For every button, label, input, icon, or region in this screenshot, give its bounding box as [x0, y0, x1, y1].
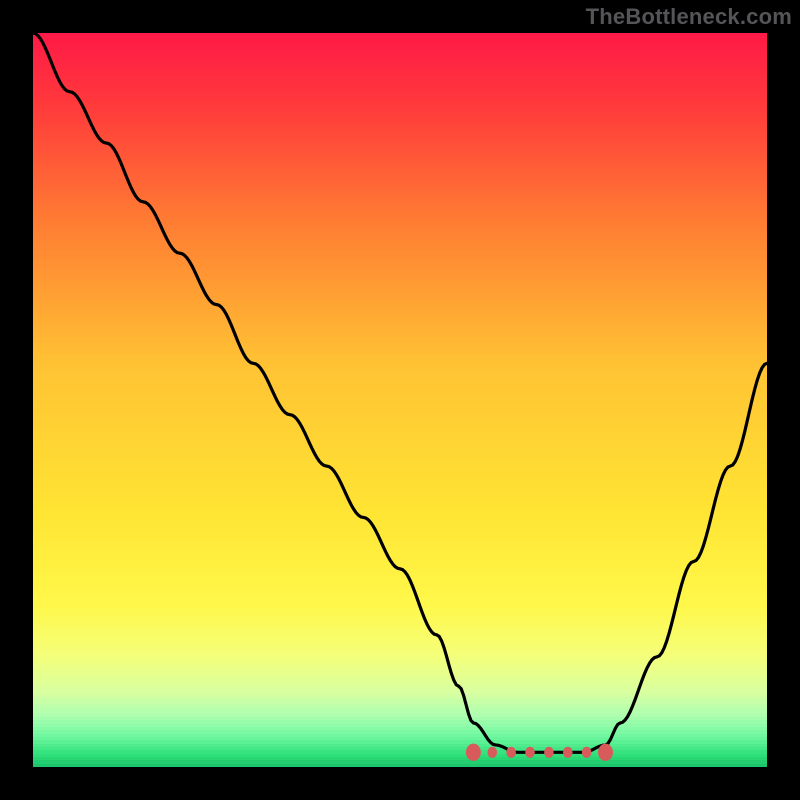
- bottleneck-curve: [33, 33, 767, 752]
- chart-svg: [33, 33, 767, 767]
- chart-area: [33, 33, 767, 767]
- watermark-text: TheBottleneck.com: [586, 4, 792, 30]
